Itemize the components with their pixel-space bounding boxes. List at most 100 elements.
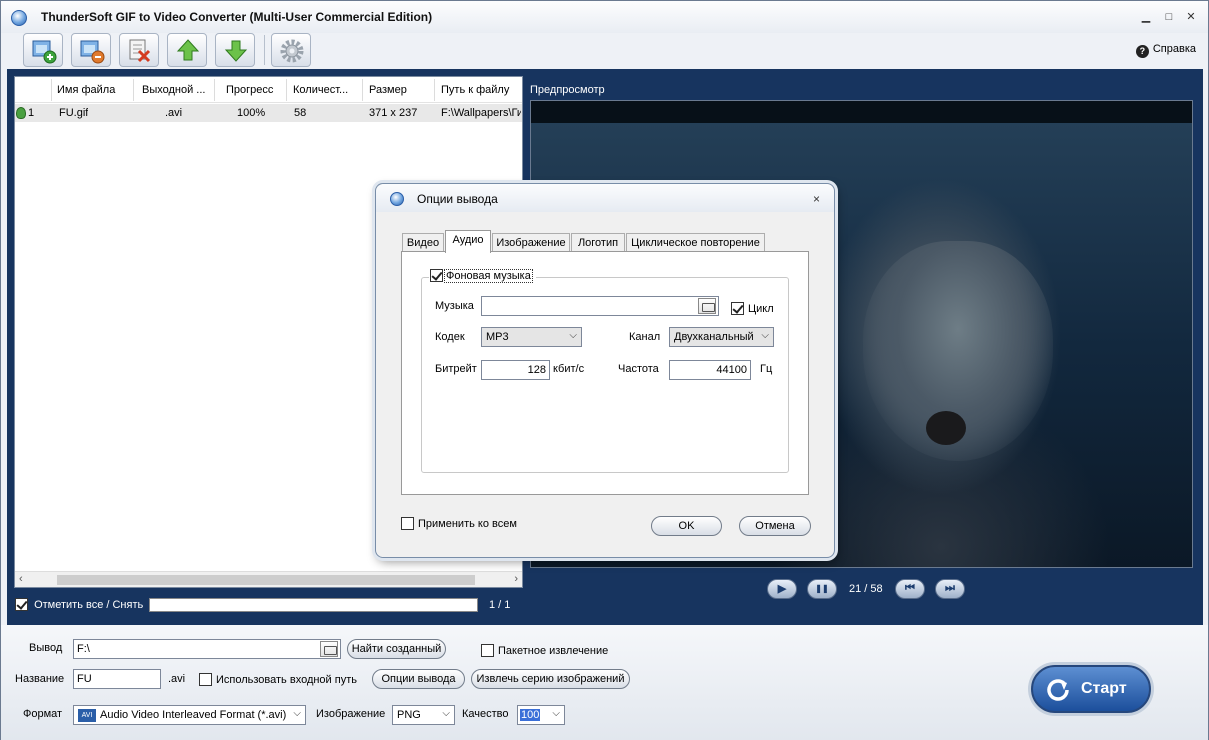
start-button[interactable]: Старт — [1031, 665, 1151, 713]
scroll-right-icon[interactable]: › — [514, 573, 518, 585]
column-header-name[interactable]: Имя файла — [57, 84, 137, 96]
row-output-format: .avi — [165, 107, 183, 119]
row-size: 371 x 237 — [369, 107, 418, 119]
quality-select[interactable]: 100 ⌵ — [517, 705, 565, 725]
image-format-label: Изображение — [316, 708, 386, 720]
row-index: 1 — [28, 107, 35, 119]
remove-file-button[interactable] — [71, 33, 111, 67]
tab-image[interactable]: Изображение — [492, 233, 570, 252]
extract-series-button[interactable]: Извлечь серию изображений — [471, 669, 630, 689]
frequency-label: Частота — [618, 363, 659, 375]
channel-select[interactable]: Двухканальный ⌵ — [669, 327, 774, 347]
bitrate-value: 128 — [527, 364, 546, 376]
background-music-label: Фоновая музыка — [444, 269, 533, 283]
column-header-count[interactable]: Количест... — [293, 84, 359, 96]
browse-folder-icon[interactable] — [320, 641, 338, 657]
minimize-button[interactable]: ▁ — [1138, 9, 1154, 25]
use-input-path-checkbox[interactable] — [199, 673, 212, 686]
move-up-button[interactable] — [167, 33, 207, 67]
bitrate-unit: кбит/с — [553, 363, 585, 375]
bitrate-input[interactable]: 128 — [481, 360, 550, 380]
column-divider — [286, 79, 287, 101]
format-label: Формат — [23, 708, 63, 720]
add-files-icon — [32, 40, 57, 64]
first-frame-button[interactable]: ⏮ — [895, 579, 925, 599]
settings-gear-icon — [280, 39, 304, 63]
chevron-down-icon: ⌵ — [552, 708, 560, 719]
move-down-button[interactable] — [215, 33, 255, 67]
scroll-left-icon[interactable]: ‹ — [19, 573, 23, 585]
apply-to-all-toggle[interactable]: Применить ко всем — [401, 517, 517, 530]
batch-extract-toggle[interactable]: Пакетное извлечение — [481, 644, 608, 657]
use-input-path-toggle[interactable]: Использовать входной путь — [199, 673, 357, 686]
table-row[interactable]: 1 FU.gif .avi 100% 58 371 x 237 F:\Wallp… — [15, 104, 522, 122]
close-button[interactable]: ✕ — [1183, 9, 1199, 25]
background-music-toggle[interactable]: Фоновая музыка — [429, 269, 536, 283]
browse-music-icon[interactable] — [698, 298, 716, 314]
name-input[interactable]: FU — [73, 669, 161, 689]
overall-progress-bar — [149, 598, 478, 612]
music-path-input[interactable] — [481, 296, 719, 316]
frequency-input[interactable]: 44100 — [669, 360, 751, 380]
file-list-header: Имя файла Выходной ... Прогресс Количест… — [15, 77, 522, 103]
format-value: Audio Video Interleaved Format (*.avi) — [100, 709, 287, 721]
help-link[interactable]: ? Справка — [1135, 43, 1196, 58]
ok-button[interactable]: OK — [651, 516, 722, 536]
column-divider — [434, 79, 435, 101]
cancel-button[interactable]: Отмена — [739, 516, 811, 536]
move-down-icon — [224, 40, 248, 62]
maximize-button[interactable]: □ — [1161, 9, 1177, 25]
output-options-button[interactable]: Опции вывода — [372, 669, 465, 689]
column-header-output[interactable]: Выходной ... — [142, 84, 218, 96]
loop-toggle[interactable]: Цикл — [731, 302, 774, 315]
window-title: ThunderSoft GIF to Video Converter (Mult… — [41, 10, 433, 24]
select-all-checkbox[interactable] — [15, 598, 28, 611]
column-header-path[interactable]: Путь к файлу — [441, 84, 521, 96]
avi-format-icon: AVI — [78, 709, 96, 722]
clear-list-button[interactable] — [119, 33, 159, 67]
row-path: F:\Wallpapers\Ги — [441, 107, 521, 119]
preview-label: Предпросмотр — [530, 84, 605, 96]
last-frame-button[interactable]: ⏭ — [935, 579, 965, 599]
loop-checkbox[interactable] — [731, 302, 744, 315]
chevron-down-icon: ⌵ — [442, 708, 450, 719]
image-format-select[interactable]: PNG ⌵ — [392, 705, 455, 725]
output-path-input[interactable]: F:\ — [73, 639, 341, 659]
background-music-group: Фоновая музыка Музыка Цикл Кодек MP3 ⌵ Ка… — [421, 269, 789, 473]
batch-extract-checkbox[interactable] — [481, 644, 494, 657]
refresh-arrow-icon — [1047, 679, 1069, 701]
playback-controls: ▶ ❚❚ 21 / 58 ⏮ ⏭ — [767, 579, 1027, 601]
row-checked-icon[interactable] — [16, 107, 26, 119]
frame-counter: 21 / 58 — [849, 583, 883, 595]
tab-loop[interactable]: Циклическое повторение — [626, 233, 765, 252]
codec-select[interactable]: MP3 ⌵ — [481, 327, 582, 347]
add-files-button[interactable] — [23, 33, 63, 67]
column-header-progress[interactable]: Прогресс — [226, 84, 288, 96]
help-icon: ? — [1135, 45, 1149, 58]
find-created-button[interactable]: Найти созданный — [347, 639, 446, 659]
chevron-down-icon: ⌵ — [569, 330, 577, 341]
tab-audio[interactable]: Аудио — [445, 230, 491, 253]
column-header-size[interactable]: Размер — [369, 84, 429, 96]
apply-to-all-label: Применить ко всем — [418, 518, 517, 530]
horizontal-scrollbar[interactable]: ‹ › — [15, 571, 522, 587]
apply-to-all-checkbox[interactable] — [401, 517, 414, 530]
chevron-down-icon: ⌵ — [761, 330, 769, 341]
dialog-close-icon[interactable]: × — [813, 192, 820, 206]
bitrate-label: Битрейт — [435, 363, 477, 375]
background-music-checkbox[interactable] — [430, 269, 443, 282]
scroll-thumb[interactable] — [57, 575, 475, 585]
help-label: Справка — [1152, 43, 1196, 55]
settings-button[interactable] — [271, 33, 311, 67]
codec-label: Кодек — [435, 331, 465, 343]
tab-logo[interactable]: Логотип — [571, 233, 625, 252]
tab-video[interactable]: Видео — [402, 233, 444, 252]
pause-button[interactable]: ❚❚ — [807, 579, 837, 599]
select-all-toggle[interactable]: Отметить все / Снять — [15, 598, 143, 611]
first-frame-icon: ⏮ — [905, 582, 915, 594]
dialog-title-bar: Опции вывода × — [376, 184, 834, 212]
column-divider — [362, 79, 363, 101]
format-select[interactable]: AVI Audio Video Interleaved Format (*.av… — [73, 705, 306, 725]
play-button[interactable]: ▶ — [767, 579, 797, 599]
column-divider — [214, 79, 215, 101]
